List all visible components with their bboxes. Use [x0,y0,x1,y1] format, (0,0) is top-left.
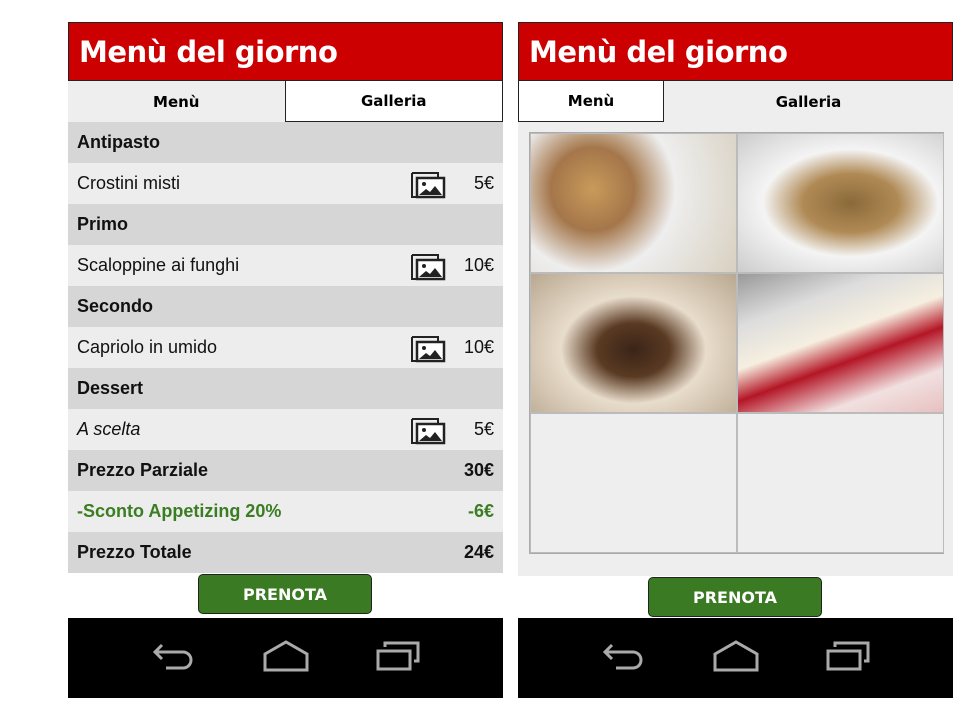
partial-price-row: Prezzo Parziale 30€ [68,450,503,491]
photo-cheesecake[interactable] [737,273,944,413]
item-label: Crostini misti [77,173,181,193]
category-label: Antipasto [77,132,160,152]
item-label: Capriolo in umido [77,337,218,357]
prenota-button[interactable]: PRENOTA [198,574,372,614]
discount-row: -Sconto Appetizing 20% -6€ [68,491,503,532]
tab-menu[interactable]: Menù [68,81,285,122]
item-label: A scelta [77,419,141,439]
nav-bar [518,618,953,698]
category-header: Dessert [68,368,503,409]
tab-gallery[interactable]: Galleria [664,81,953,122]
partial-price-label: Prezzo Parziale [77,460,209,480]
total-price-label: Prezzo Totale [77,542,192,562]
home-icon[interactable] [713,639,759,677]
back-icon[interactable] [152,641,196,676]
menu-item: Scaloppine ai funghi 10€ [68,245,503,286]
app-title: Menù del giorno [518,22,953,81]
category-label: Secondo [77,296,154,316]
back-icon[interactable] [602,641,646,676]
partial-price: 30€ [463,460,494,480]
item-label: Scaloppine ai funghi [77,255,240,275]
item-price: 10€ [464,337,495,357]
total-price-row: Prezzo Totale 24€ [68,532,503,573]
tab-gallery[interactable]: Galleria [284,81,503,122]
image-icon[interactable] [410,415,446,445]
recent-apps-icon[interactable] [826,641,870,676]
menu-item: Crostini misti 5€ [68,163,503,204]
tab-bar: Menù Galleria [68,81,503,122]
menu-item: A scelta 5€ [68,409,503,450]
photo-capriolo[interactable] [530,273,737,413]
item-price: 10€ [464,255,495,275]
image-icon[interactable] [410,333,446,363]
category-label: Primo [77,214,129,234]
gallery [518,122,953,576]
category-label: Dessert [77,378,144,398]
item-price: 5€ [473,419,494,439]
category-header: Secondo [68,286,503,327]
image-icon[interactable] [410,251,446,281]
app-title: Menù del giorno [68,22,503,81]
tab-menu[interactable]: Menù [518,81,664,122]
tab-bar: Menù Galleria [518,81,953,122]
photo-scaloppine[interactable] [737,133,944,273]
menu-item: Capriolo in umido 10€ [68,327,503,368]
category-header: Antipasto [68,122,503,163]
nav-bar [68,618,503,698]
empty-cell [737,413,944,553]
category-header: Primo [68,204,503,245]
photo-crostini[interactable] [530,133,737,273]
prenota-button[interactable]: PRENOTA [648,577,822,617]
menu-screen: Menù del giorno Menù Galleria Antipasto C… [68,22,503,698]
recent-apps-icon[interactable] [376,641,420,676]
discount-label: -Sconto Appetizing 20% [77,501,282,521]
home-icon[interactable] [263,639,309,677]
discount-value: -6€ [467,501,494,521]
image-icon[interactable] [410,169,446,199]
gallery-screen: Menù del giorno Menù Galleria PRENOTA [518,22,953,698]
empty-cell [530,413,737,553]
item-price: 5€ [473,173,494,193]
total-price: 24€ [463,542,494,562]
